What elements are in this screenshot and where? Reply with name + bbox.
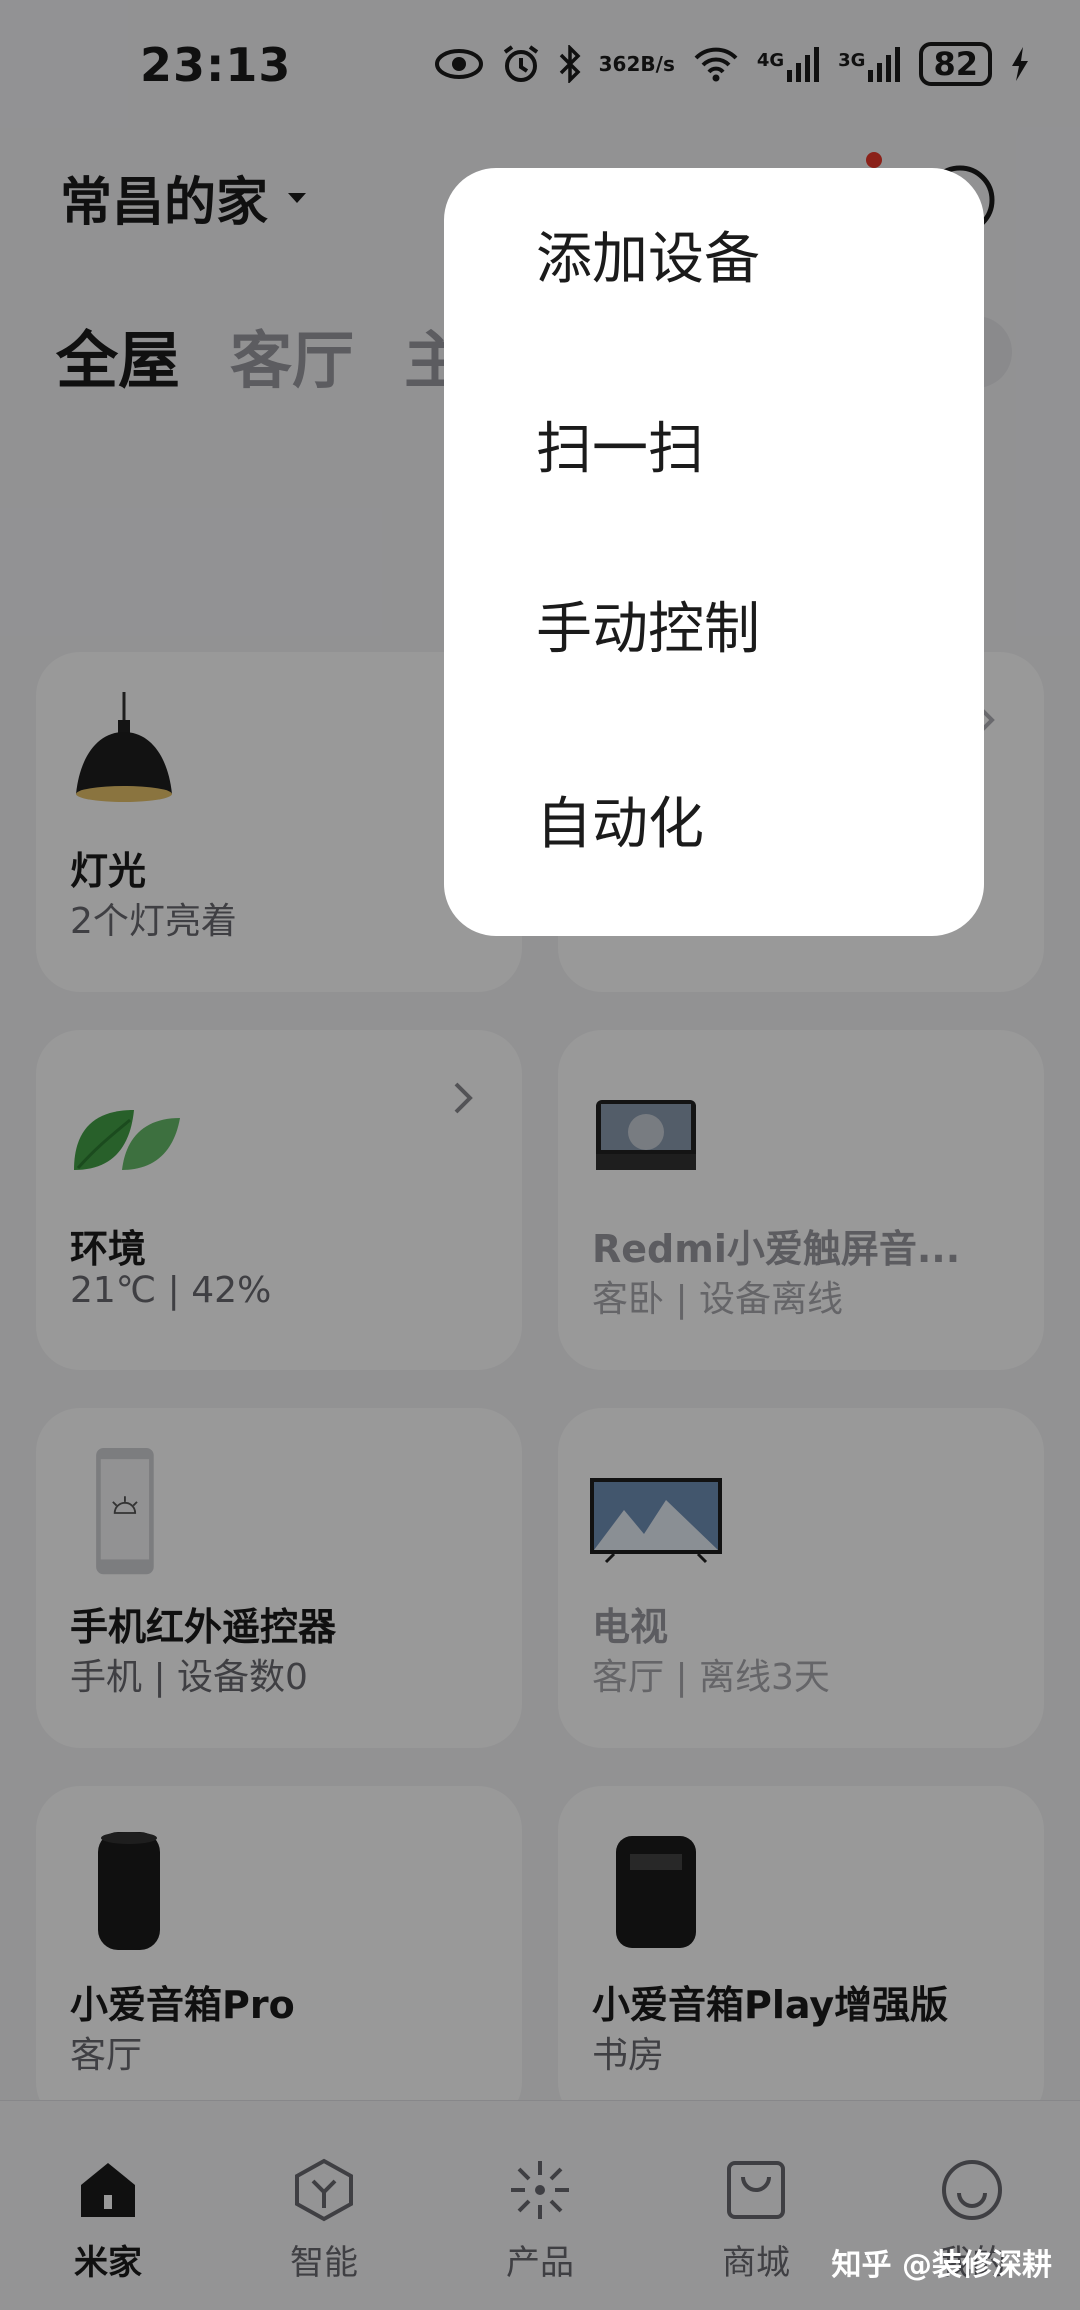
watermark: 知乎 @装修深耕 [831, 2248, 1052, 2283]
menu-item-add-device[interactable]: 添加设备 [444, 210, 984, 400]
menu-item-manual-control[interactable]: 手动控制 [444, 580, 984, 775]
menu-item-scan[interactable]: 扫一扫 [444, 400, 984, 580]
add-menu-popup: 添加设备 扫一扫 手动控制 自动化 [444, 168, 984, 936]
menu-item-automation[interactable]: 自动化 [444, 775, 984, 965]
